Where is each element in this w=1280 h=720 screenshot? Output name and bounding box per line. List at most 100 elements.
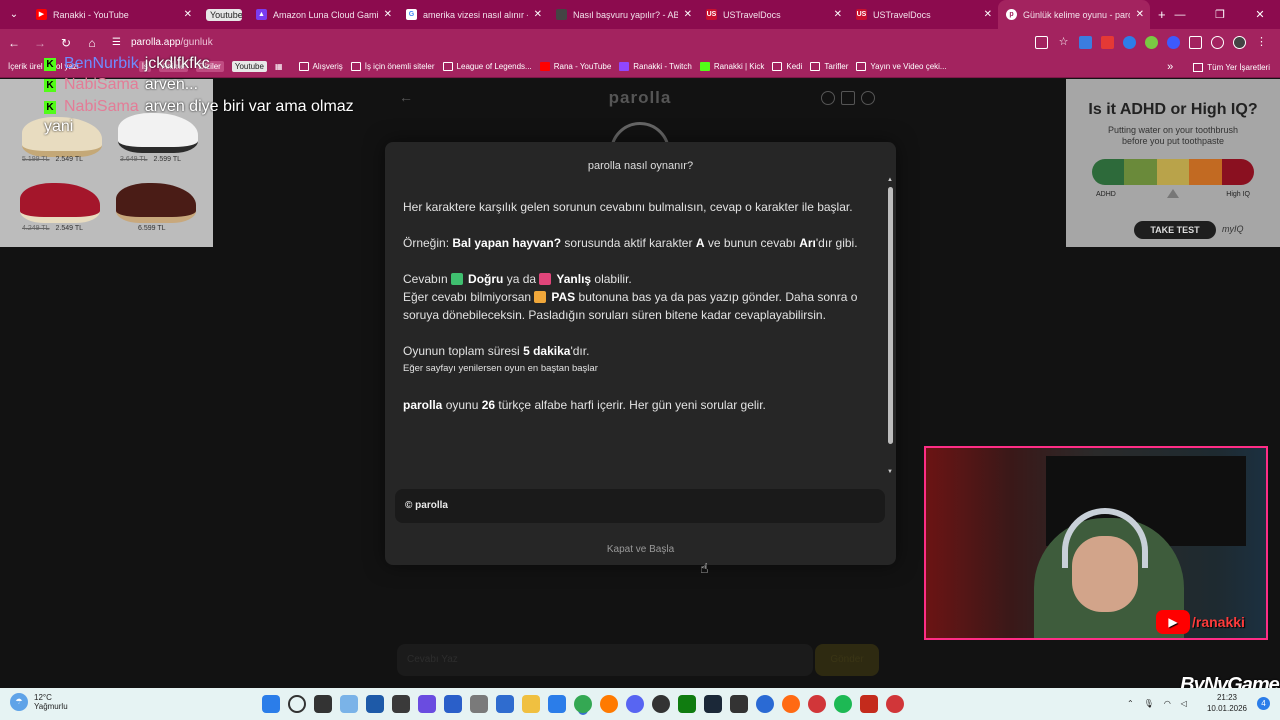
weather-widget[interactable]: ☂ 12°C Yağmurlu — [10, 693, 68, 711]
scroll-up-icon[interactable]: ▲ — [886, 177, 894, 183]
ext-icon[interactable] — [1101, 36, 1114, 49]
epic-icon[interactable] — [730, 695, 748, 713]
copilot-icon[interactable] — [418, 695, 436, 713]
tab-amazon-luna[interactable]: ▲ Amazon Luna Cloud Gaming ✕ — [248, 0, 398, 29]
bookmark-item[interactable]: Youtube — [231, 61, 267, 72]
close-icon[interactable]: ✕ — [534, 9, 542, 20]
firefox-icon[interactable] — [600, 695, 618, 713]
tab-google-search[interactable]: G amerika vizesi nasıl alınır - Go ✕ — [398, 0, 548, 29]
text-span: ve bunun cevabı — [704, 236, 800, 250]
take-test-button[interactable]: TAKE TEST — [1134, 221, 1216, 239]
home-icon[interactable]: ⌂ — [80, 36, 104, 50]
bookmark-folder[interactable]: Kedi — [772, 62, 802, 71]
spotify-icon[interactable] — [834, 695, 852, 713]
history-icon[interactable] — [1211, 36, 1224, 49]
tab-basvuru[interactable]: Nasıl başvuru yapılır? - ABD / ✕ — [548, 0, 698, 29]
bookmark-folder[interactable]: Tarifler — [810, 62, 848, 71]
bookmark-folder[interactable]: Alışveriş — [298, 62, 343, 71]
folder-icon — [856, 62, 867, 71]
tab-parolla[interactable]: p Günlük kelime oyunu - parolla ✕ — [998, 0, 1150, 29]
shoe-image — [20, 183, 100, 223]
photos-icon[interactable] — [340, 695, 358, 713]
search-icon[interactable] — [288, 695, 306, 713]
close-icon[interactable]: ✕ — [984, 9, 992, 20]
outlook-icon[interactable] — [366, 695, 384, 713]
store-icon[interactable] — [444, 695, 462, 713]
riot-icon[interactable] — [886, 695, 904, 713]
app-icon[interactable] — [392, 695, 410, 713]
all-bookmarks-button[interactable]: Tüm Yer İşaretleri — [1207, 63, 1270, 72]
close-icon[interactable]: ✕ — [184, 9, 192, 20]
tab-youtube[interactable]: Youtube — [198, 0, 248, 29]
stats-icon[interactable] — [841, 91, 855, 105]
volume-icon[interactable]: ◁ — [1181, 699, 1187, 708]
bookmark-folder[interactable]: League of Legends... — [442, 62, 532, 71]
eye-off-icon[interactable] — [1035, 36, 1048, 49]
close-icon[interactable]: ✕ — [384, 9, 392, 20]
close-and-start-button[interactable]: Kapat ve Başla — [385, 544, 896, 555]
edge-icon[interactable] — [548, 695, 566, 713]
tab-title: Günlük kelime oyunu - parolla — [1023, 9, 1130, 20]
ext-icon[interactable] — [1145, 36, 1158, 49]
avatar[interactable] — [1233, 36, 1246, 49]
menu-dots-icon[interactable]: ⋮ — [1255, 36, 1268, 49]
extensions-area: ☆ ⋮ — [1035, 36, 1268, 49]
forward-arrow-icon[interactable]: → — [28, 36, 52, 50]
back-arrow-icon[interactable]: ← — [2, 36, 26, 50]
bookmark-item[interactable]: Ranakki - Twitch — [619, 62, 692, 71]
obs-icon[interactable] — [652, 695, 670, 713]
app-icon[interactable] — [808, 695, 826, 713]
app-icon[interactable] — [756, 695, 774, 713]
tab-ustraveldocs[interactable]: US USTravelDocs ✕ — [698, 0, 848, 29]
answer-input[interactable]: Cevabı Yaz — [397, 644, 813, 676]
restore-icon[interactable]: ❐ — [1200, 8, 1240, 21]
ext-icon[interactable] — [1123, 36, 1136, 49]
discord-icon[interactable] — [626, 695, 644, 713]
bookmark-folder[interactable]: İş için önemli siteler — [350, 62, 435, 71]
tab-search-button[interactable]: ⌄ — [0, 0, 28, 29]
luna-icon: ▲ — [256, 9, 267, 20]
scroll-down-icon[interactable]: ▼ — [886, 469, 894, 475]
star-icon[interactable]: ☆ — [1057, 36, 1070, 49]
close-icon[interactable]: ✕ — [834, 9, 842, 20]
task-view-icon[interactable] — [314, 695, 332, 713]
xbox-icon[interactable] — [678, 695, 696, 713]
puzzle-icon[interactable] — [1189, 36, 1202, 49]
right-ad[interactable]: Is it ADHD or High IQ? Putting water on … — [1066, 79, 1280, 247]
modal-scrollbar[interactable] — [888, 187, 893, 444]
user-icon[interactable] — [861, 91, 875, 105]
chevron-up-icon[interactable]: ⌃ — [1127, 699, 1134, 708]
bookmark-folder[interactable]: Yayın ve Video çeki... — [856, 62, 947, 71]
more-bookmarks-button[interactable]: » — [1167, 61, 1173, 73]
url-field[interactable]: ☰ parolla.app/gunluk — [112, 33, 992, 53]
app-icon[interactable] — [782, 695, 800, 713]
chrome-icon[interactable] — [574, 695, 592, 713]
ext-icon[interactable] — [1167, 36, 1180, 49]
bookmark-item[interactable]: Rana - YouTube — [539, 62, 611, 71]
settings-icon[interactable] — [470, 695, 488, 713]
translate-ext-icon[interactable] — [1079, 36, 1092, 49]
folder-icon[interactable] — [522, 695, 540, 713]
close-window-icon[interactable]: ✕ — [1240, 8, 1280, 21]
tab-ustraveldocs-2[interactable]: US USTravelDocs ✕ — [848, 0, 998, 29]
notification-badge[interactable]: 4 — [1257, 696, 1270, 710]
submit-button[interactable]: Gönder — [815, 644, 879, 676]
text-span: Oyunun toplam süresi — [403, 344, 524, 358]
close-icon[interactable]: ✕ — [1136, 9, 1144, 20]
windows-start-icon[interactable] — [262, 695, 280, 713]
minimize-icon[interactable]: — — [1160, 9, 1200, 21]
mic-icon[interactable]: 🎙 — [1144, 699, 1154, 708]
bookmark-item[interactable]: Ranakki | Kick — [699, 62, 764, 71]
close-icon[interactable]: ✕ — [684, 9, 692, 20]
app-icon[interactable] — [860, 695, 878, 713]
wifi-icon[interactable]: ◠ — [1164, 699, 1171, 708]
tab-ranakki-youtube[interactable]: ▶ Ranakki - YouTube ✕ — [28, 0, 198, 29]
info-icon[interactable] — [821, 91, 835, 105]
clock[interactable]: 21:23 10.01.2026 — [1207, 692, 1247, 714]
app-icon[interactable] — [496, 695, 514, 713]
bookmark-item[interactable]: İçerik ürel — [8, 62, 43, 71]
site-info-icon[interactable]: ☰ — [112, 37, 121, 48]
apps-grid-icon[interactable]: ▦ — [275, 62, 283, 71]
steam-icon[interactable] — [704, 695, 722, 713]
reload-icon[interactable]: ↻ — [54, 36, 78, 50]
